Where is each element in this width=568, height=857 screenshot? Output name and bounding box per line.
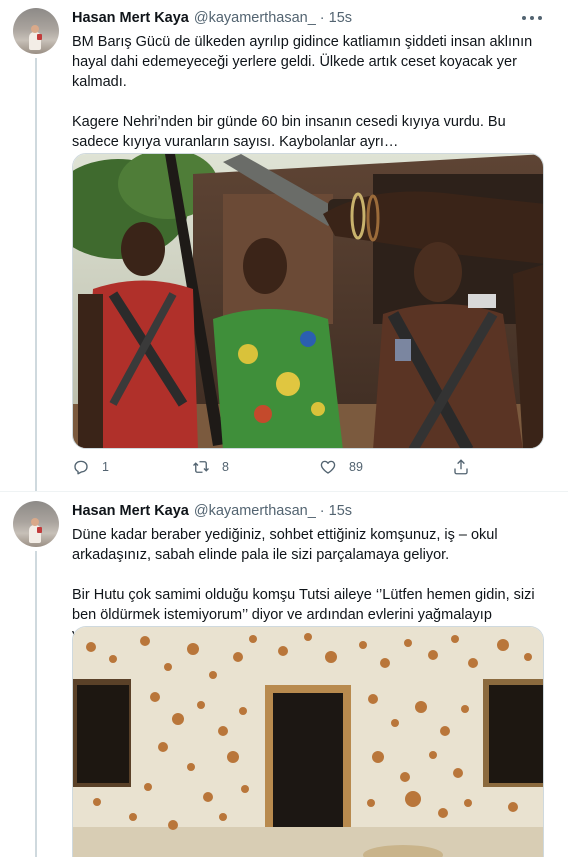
avatar-accent	[37, 527, 42, 533]
heart-icon	[320, 460, 336, 474]
retweet-icon	[193, 461, 209, 473]
avatar-head	[31, 25, 39, 33]
tweet-2[interactable]: Hasan Mert Kaya @kayamerthasan_ · 15s Dü…	[0, 493, 568, 857]
reply-icon	[74, 460, 88, 475]
share-button[interactable]	[452, 458, 470, 476]
share-icon	[454, 459, 468, 475]
retweet-count: 8	[222, 460, 229, 474]
photo-armed-men-icon	[73, 154, 543, 448]
tweet-paragraph: Düne kadar beraber yediğiniz, sohbet ett…	[72, 527, 498, 563]
author-name[interactable]: Hasan Mert Kaya	[72, 502, 189, 520]
tweet-time[interactable]: 15s	[329, 9, 352, 27]
reply-count: 1	[102, 460, 109, 474]
tweet-time[interactable]: 15s	[329, 502, 352, 520]
tweet-header: Hasan Mert Kaya @kayamerthasan_ · 15s	[72, 502, 352, 520]
author-handle[interactable]: @kayamerthasan_	[194, 9, 316, 27]
tweet-paragraph: Kagere Nehri’nden bir günde 60 bin insan…	[72, 114, 506, 150]
separator-dot: ·	[319, 10, 325, 26]
avatar[interactable]	[13, 501, 59, 547]
tweet-paragraph: BM Barış Gücü de ülkeden ayrılıp gidince…	[72, 34, 533, 90]
like-button[interactable]: 89	[319, 458, 363, 476]
like-count: 89	[349, 460, 363, 474]
avatar[interactable]	[13, 8, 59, 54]
tweet-photo[interactable]	[72, 153, 544, 449]
tweet-photo[interactable]	[72, 626, 544, 857]
thread-line	[35, 551, 37, 857]
tweet-1[interactable]: Hasan Mert Kaya @kayamerthasan_ · 15s BM…	[0, 0, 568, 492]
tweet-actions: 1 8 89	[72, 458, 492, 480]
thread-line	[35, 58, 37, 491]
photo-bullet-wall-icon	[73, 627, 543, 857]
more-options-icon[interactable]	[522, 10, 542, 26]
avatar-head	[31, 518, 39, 526]
retweet-button[interactable]: 8	[192, 458, 229, 476]
avatar-accent	[37, 34, 42, 40]
separator-dot: ·	[319, 503, 325, 519]
reply-button[interactable]: 1	[72, 458, 109, 476]
tweet-header: Hasan Mert Kaya @kayamerthasan_ · 15s	[72, 9, 352, 27]
tweet-text: BM Barış Gücü de ülkeden ayrılıp gidince…	[72, 32, 542, 152]
author-name[interactable]: Hasan Mert Kaya	[72, 9, 189, 27]
author-handle[interactable]: @kayamerthasan_	[194, 502, 316, 520]
